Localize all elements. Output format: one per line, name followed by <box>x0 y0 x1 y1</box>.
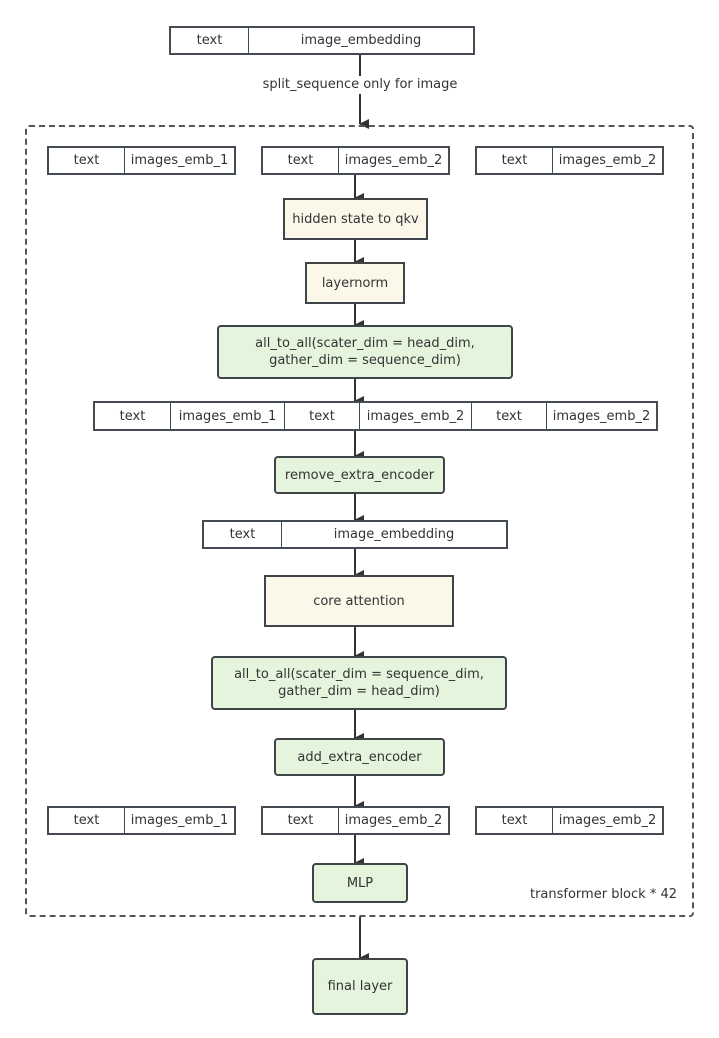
split-sequence-label: split_sequence only for image <box>260 77 460 92</box>
image-cell: images_emb_2 <box>338 808 448 833</box>
all-to-all-sequence-to-head-node: all_to_all(scater_dim = sequence_dim, ga… <box>211 656 507 710</box>
add-extra-encoder-node: add_extra_encoder <box>274 738 445 776</box>
image-cell: images_emb_2 <box>552 808 662 833</box>
image-cell: images_emb_2 <box>359 403 471 429</box>
text-cell: text <box>287 813 314 828</box>
final-layer-node: final layer <box>312 958 408 1015</box>
row3-seq-2: text images_emb_2 <box>261 806 450 835</box>
row1-seq-1: text images_emb_1 <box>47 146 236 175</box>
all-to-all-2-line2: gather_dim = head_dim) <box>278 684 440 699</box>
all-to-all-1-line1: all_to_all(scater_dim = head_dim, <box>255 336 475 351</box>
text-cell: text <box>471 403 546 429</box>
input-text-cell: text <box>196 33 223 48</box>
image-cell: images_emb_2 <box>546 403 656 429</box>
all-to-all-1-line2: gather_dim = sequence_dim) <box>269 353 461 368</box>
text-cell: text <box>287 153 314 168</box>
all-to-all-2-line1: all_to_all(scater_dim = sequence_dim, <box>234 667 484 682</box>
image-cell: images_emb_1 <box>170 403 284 429</box>
all-to-all-head-to-sequence-node: all_to_all(scater_dim = head_dim, gather… <box>217 325 513 379</box>
text-cell: text <box>229 527 256 542</box>
image-cell: images_emb_2 <box>338 148 448 173</box>
layernorm-node: layernorm <box>305 262 405 304</box>
input-image-embedding-cell: image_embedding <box>248 28 473 53</box>
text-cell: text <box>501 813 528 828</box>
text-cell: text <box>284 403 359 429</box>
text-cell: text <box>501 153 528 168</box>
row1-seq-2: text images_emb_2 <box>261 146 450 175</box>
text-cell: text <box>73 153 100 168</box>
hidden-state-to-qkv-node: hidden state to qkv <box>283 198 428 240</box>
image-cell: images_emb_1 <box>124 808 234 833</box>
image-embedding-cell: image_embedding <box>281 522 506 547</box>
text-cell: text <box>119 408 146 424</box>
text-cell: text <box>73 813 100 828</box>
transformer-block-label: transformer block * 42 <box>529 887 677 902</box>
row1-seq-3: text images_emb_2 <box>475 146 664 175</box>
row3-seq-3: text images_emb_2 <box>475 806 664 835</box>
image-cell: images_emb_2 <box>552 148 662 173</box>
gathered-sequence: text images_emb_1 text images_emb_2 text… <box>93 401 658 431</box>
mlp-node: MLP <box>312 863 408 903</box>
row3-seq-1: text images_emb_1 <box>47 806 236 835</box>
input-sequence: text image_embedding <box>169 26 475 55</box>
core-attention-node: core attention <box>264 575 454 627</box>
merged-sequence: text image_embedding <box>202 520 508 549</box>
image-cell: images_emb_1 <box>124 148 234 173</box>
remove-extra-encoder-node: remove_extra_encoder <box>274 456 445 494</box>
